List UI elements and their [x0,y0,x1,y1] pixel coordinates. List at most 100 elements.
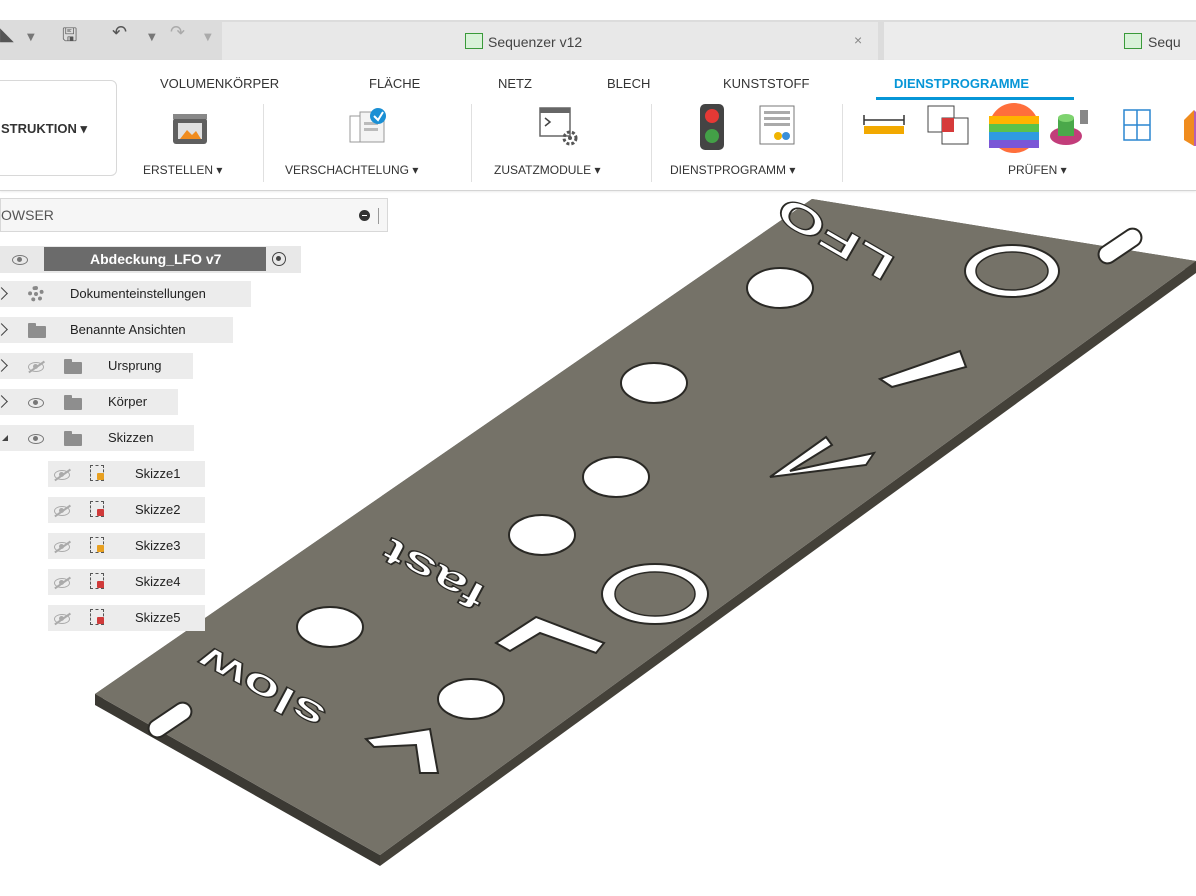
separator [651,104,652,182]
sketch-lock-icon [97,581,104,588]
activate-radio-icon[interactable] [272,252,286,266]
draft-analysis-icon[interactable] [1048,104,1094,150]
file-menu-chevron-icon[interactable]: ▼ [27,32,35,43]
tab-title: Sequ [1148,34,1181,50]
zebra-analysis-icon[interactable] [988,102,1044,158]
browser-item-skizze1[interactable]: Skizze1 [48,461,205,487]
separator [263,104,264,182]
arrange-icon[interactable] [346,104,392,148]
browser-item-label: Skizzen [108,430,154,445]
folder-icon [64,359,82,374]
active-tab-indicator [876,97,1074,100]
browser-item-skizze3[interactable]: Skizze3 [48,533,205,559]
browser-item-koerper[interactable]: Körper [0,389,178,415]
hidden-eye-icon[interactable] [54,470,70,480]
visibility-eye-icon[interactable] [12,255,28,265]
tab-netz[interactable]: NETZ [498,76,532,91]
hole [296,606,364,648]
title-bar: ◣ ▼ 🖫 ↶ ▼ ↷ ▼ Sequenzer v12 × Sequ [0,20,1196,60]
3d-print-icon[interactable] [170,112,210,148]
hidden-eye-icon[interactable] [54,614,70,624]
construct-dropdown[interactable]: STRUKTION ▾ [0,80,117,176]
browser-item-ursprung[interactable]: Ursprung [0,353,193,379]
group-zusatzmodule[interactable]: ZUSATZMODULE ▾ [494,163,600,177]
section-analysis-icon[interactable] [1116,106,1162,146]
separator [471,104,472,182]
hidden-eye-icon[interactable] [54,578,70,588]
browser-item-benannte-ansichten[interactable]: Benannte Ansichten [0,317,233,343]
sketch-label: Skizze5 [135,610,181,625]
browser-panel-header[interactable]: OWSER [0,198,388,232]
root-component-name: Abdeckung_LFO v7 [90,251,222,267]
hole [508,514,576,556]
browser-item-label: Ursprung [108,358,162,373]
browser-item-label: Dokumenteinstellungen [70,286,206,301]
browser-item-label: Körper [108,394,148,409]
undo-chevron-icon[interactable]: ▼ [148,32,156,43]
tab-sequenzer-v12[interactable]: Sequenzer v12 × [222,22,878,60]
sketch-icon [90,501,104,517]
browser-item-skizze2[interactable]: Skizze2 [48,497,205,523]
center-of-mass-icon[interactable] [1180,106,1196,150]
interference-icon[interactable] [924,102,974,148]
traffic-light-icon[interactable] [696,102,728,152]
redo-chevron-icon[interactable]: ▼ [204,32,212,43]
sketch-icon [90,465,104,481]
hidden-eye-icon[interactable] [54,542,70,552]
hidden-eye-icon[interactable] [28,362,44,372]
document-icon [465,33,483,49]
redo-icon[interactable]: ↷ [170,22,185,43]
tab-volumenkoerper[interactable]: VOLUMENKÖRPER [160,76,279,91]
group-verschachtelung[interactable]: VERSCHACHTELUNG ▾ [285,163,418,177]
faceplate-body[interactable] [95,199,1196,855]
measure-icon[interactable] [862,112,908,138]
window-top-margin [0,0,1196,20]
browser-root-component[interactable]: Abdeckung_LFO v7 [0,246,301,273]
tasks-manager-icon[interactable] [756,104,800,148]
browser-item-skizze4[interactable]: Skizze4 [48,569,205,595]
tab-kunststoff[interactable]: KUNSTSTOFF [723,76,809,91]
hole [746,267,814,309]
tab-sequenzer-second[interactable]: Sequ [884,22,1196,60]
close-tab-icon[interactable]: × [854,32,862,48]
construct-label: STRUKTION ▾ [1,121,87,136]
collapse-panel-icon[interactable] [359,210,370,221]
group-pruefen[interactable]: PRÜFEN ▾ [1008,163,1067,177]
expand-chevron-icon[interactable] [0,359,8,372]
visibility-eye-icon[interactable] [28,398,44,408]
switch-cutout-inner [614,571,696,617]
folder-icon [64,431,82,446]
group-dienstprogramm[interactable]: DIENSTPROGRAMM ▾ [670,163,795,177]
browser-item-skizze5[interactable]: Skizze5 [48,605,205,631]
tab-title: Sequenzer v12 [488,34,583,50]
expand-chevron-icon[interactable] [0,323,8,336]
panel-resize-handle[interactable] [378,208,379,224]
browser-title: OWSER [1,207,54,223]
visibility-eye-icon[interactable] [28,434,44,444]
sketch-lock-icon [97,509,104,516]
root-component-label: Abdeckung_LFO v7 [44,247,266,271]
hole [620,362,688,404]
tab-flaeche[interactable]: FLÄCHE [369,76,420,91]
document-icon [1124,33,1142,49]
folder-icon [28,323,46,338]
undo-icon[interactable]: ↶ [112,22,127,43]
save-icon[interactable]: 🖫 [62,23,77,53]
sketch-label: Skizze3 [135,538,181,553]
browser-item-dokumenteinstellungen[interactable]: Dokumenteinstellungen [0,281,251,307]
file-menu-icon[interactable]: ◣ [0,24,14,45]
scripts-addins-icon[interactable] [536,104,582,148]
group-erstellen[interactable]: ERSTELLEN ▾ [143,163,222,177]
expand-chevron-icon[interactable] [0,395,8,408]
browser-item-label: Benannte Ansichten [70,322,186,337]
sketch-icon [90,609,104,625]
browser-item-skizzen[interactable]: Skizzen [0,425,194,451]
hidden-eye-icon[interactable] [54,506,70,516]
tab-blech[interactable]: BLECH [607,76,650,91]
hole [582,456,650,498]
collapse-chevron-icon[interactable] [2,435,8,441]
sketch-label: Skizze4 [135,574,181,589]
gear-icon [28,286,44,302]
tab-dienstprogramme[interactable]: DIENSTPROGRAMME [894,76,1029,91]
expand-chevron-icon[interactable] [0,287,8,300]
